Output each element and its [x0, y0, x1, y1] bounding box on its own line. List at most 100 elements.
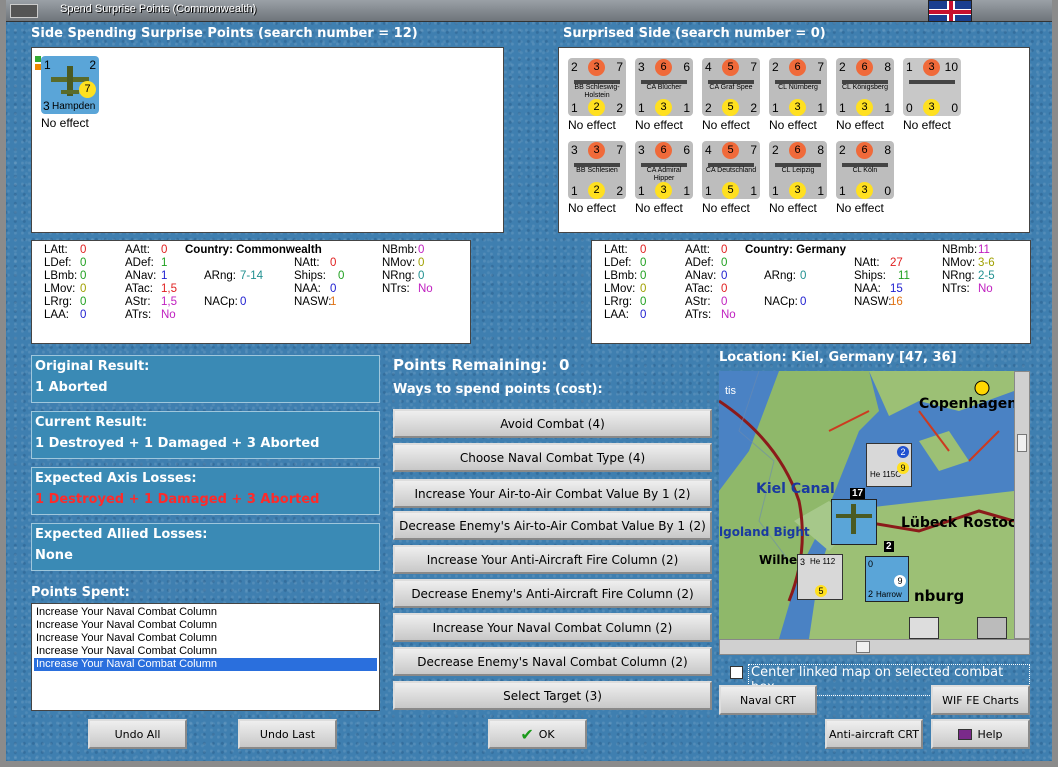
stat-label-astr: AStr: — [685, 296, 711, 308]
unit-value: 2 — [588, 182, 605, 199]
hampden-map-counter[interactable] — [831, 499, 877, 545]
decrease-enemy-air-to-air-button[interactable]: Decrease Enemy's Air-to-Air Combat Value… — [393, 511, 712, 540]
increase-naval-combat-button[interactable]: Increase Your Naval Combat Column (2) — [393, 613, 712, 642]
list-item[interactable]: Increase Your Naval Combat Column — [34, 632, 377, 645]
unit-value: 1 — [683, 184, 690, 198]
ok-button[interactable]: ✔ OK — [488, 719, 587, 749]
points-spent-list[interactable]: Increase Your Naval Combat Column Increa… — [31, 603, 380, 711]
counter-value: 9 — [897, 462, 909, 474]
anti-aircraft-crt-button[interactable]: Anti-aircraft CRT — [825, 719, 923, 749]
original-result-value: 1 Aborted — [35, 380, 108, 395]
scroll-thumb[interactable] — [856, 641, 870, 653]
select-target-button[interactable]: Select Target (3) — [393, 681, 712, 710]
ship-unit-counter[interactable]: 2 3 7 BB Schleswig-Holstein 1 2 2 — [568, 58, 626, 116]
unit-value: 5 — [722, 59, 739, 76]
stat-label-ldef: LDef: — [44, 257, 72, 269]
ship-unit-counter[interactable]: 2 6 8 CL Leipzig 1 3 1 — [769, 141, 827, 199]
unit-value: 3 — [43, 99, 50, 113]
harrow-counter[interactable]: 0 9 2 Harrow — [865, 556, 909, 602]
ship-unit-counter[interactable]: 2 6 7 CL Nürnberg 1 3 1 — [769, 58, 827, 116]
unit-value: 4 — [705, 60, 712, 74]
decrease-enemy-aa-fire-button[interactable]: Decrease Enemy's Anti-Aircraft Fire Colu… — [393, 579, 712, 608]
unit-value: 1 — [839, 184, 846, 198]
ship-unit-counter[interactable]: 2 6 8 CL Köln 1 3 0 — [836, 141, 894, 199]
stat-label-naa: NAA: — [854, 283, 881, 295]
unit-name: CL Nürnberg — [778, 84, 818, 91]
unit-name: CA Graf Spee — [709, 84, 753, 91]
stat-value-lbmb: 0 — [80, 270, 87, 282]
center-linked-map-checkbox[interactable]: Center linked map on selected combat hex — [728, 663, 1030, 696]
unit-value: 2 — [571, 60, 578, 74]
list-item[interactable]: Increase Your Naval Combat Column — [34, 645, 377, 658]
ship-unit-counter[interactable]: 3 3 7 BB Schlesien 1 2 2 — [568, 141, 626, 199]
stat-value-aatt: 0 — [161, 244, 168, 256]
undo-last-button[interactable]: Undo Last — [238, 719, 337, 749]
unit-value: 5 — [722, 99, 739, 116]
stat-value-ships: 11 — [898, 270, 910, 282]
unit-marker-icon[interactable] — [909, 617, 939, 639]
title-bar: Spend Surprise Points (Commonwealth) — [0, 0, 1058, 22]
naval-crt-button[interactable]: Naval CRT — [719, 685, 817, 715]
scroll-thumb[interactable] — [1017, 434, 1027, 452]
help-label: Help — [977, 727, 1003, 741]
list-item[interactable]: Increase Your Naval Combat Column — [34, 606, 377, 619]
unit-name: BB Schlesien — [576, 167, 618, 174]
help-button[interactable]: Help — [931, 719, 1030, 749]
list-item-selected[interactable]: Increase Your Naval Combat Column — [34, 658, 377, 671]
unit-name: CL Königsberg — [841, 84, 889, 91]
list-item[interactable]: Increase Your Naval Combat Column — [34, 619, 377, 632]
ship-unit-counter[interactable]: 4 5 7 CA Graf Spee 2 5 2 — [702, 58, 760, 116]
points-remaining-label: Points Remaining: — [393, 356, 548, 374]
stat-label-nacp: NACp: — [204, 296, 238, 308]
ship-unit-counter[interactable]: 2 6 8 CL Königsberg 1 3 1 — [836, 58, 894, 116]
decrease-enemy-naval-combat-button[interactable]: Decrease Enemy's Naval Combat Column (2) — [393, 647, 712, 676]
unit-value: 1 — [683, 101, 690, 115]
ship-unit-counter[interactable]: 1 3 10 0 3 0 — [903, 58, 961, 116]
ship-unit-counter[interactable]: 3 6 6 CA Blücher 1 3 1 — [635, 58, 693, 116]
map-view[interactable]: tis Copenhagen Kiel Canal Lübeck Rostoc … — [719, 371, 1014, 639]
counter-name: Harrow — [876, 590, 902, 599]
stat-label-laa: LAA: — [604, 309, 629, 321]
stats-commonwealth: Country: Commonwealth LAtt: 0 LDef: 0 LBmb: 0 L… — [31, 240, 471, 344]
ship-unit-counter[interactable]: 3 6 6 CA Admiral Hipper 1 3 1 — [635, 141, 693, 199]
map-label-kiel-canal: Kiel Canal — [756, 481, 835, 497]
unit-value: 6 — [789, 59, 806, 76]
checkbox-box[interactable] — [730, 666, 743, 679]
stat-value-ntrs: No — [978, 283, 993, 295]
points-remaining-value: 0 — [559, 356, 570, 374]
map-label-rostock: Rostoc — [963, 515, 1014, 531]
ship-unit-counter[interactable]: 4 5 7 CA Deutschland 1 5 1 — [702, 141, 760, 199]
country-label: Country: Commonwealth — [185, 244, 322, 256]
unit-value: 1 — [638, 184, 645, 198]
hampden-unit-counter[interactable]: 1 2 7 3 Hampden — [41, 56, 99, 114]
map-vertical-scrollbar[interactable] — [1014, 371, 1030, 639]
counter-value: 0 — [868, 559, 874, 569]
unit-value: 6 — [683, 143, 690, 157]
stat-value-nasw: 1 — [330, 296, 337, 308]
unit-marker-icon[interactable] — [977, 617, 1007, 639]
he115-counter[interactable]: He 115C 2 9 — [866, 443, 912, 487]
increase-aa-fire-button[interactable]: Increase Your Anti-Aircraft Fire Column … — [393, 545, 712, 574]
increase-air-to-air-button[interactable]: Increase Your Air-to-Air Combat Value By… — [393, 479, 712, 508]
stat-label-latt: LAtt: — [44, 244, 68, 256]
unit-name: CA Admiral Hipper — [646, 167, 682, 182]
unit-value: 3 — [655, 99, 672, 116]
unit-effect: No effect — [769, 201, 817, 215]
unit-value: 1 — [571, 184, 578, 198]
map-horizontal-scrollbar[interactable] — [719, 639, 1030, 655]
stat-label-nbmb: NBmb: — [942, 244, 978, 256]
he112-counter[interactable]: 3 He 112 5 — [797, 554, 843, 600]
unit-value: 1 — [817, 101, 824, 115]
choose-naval-combat-type-button[interactable]: Choose Naval Combat Type (4) — [393, 443, 712, 472]
unit-name: CA Deutschland — [705, 167, 757, 174]
avoid-combat-button[interactable]: Avoid Combat (4) — [393, 409, 712, 438]
stat-value-astr: 0 — [721, 296, 728, 308]
wif-fe-charts-button[interactable]: WIF FE Charts — [931, 685, 1030, 715]
unit-effect: No effect — [903, 118, 951, 132]
unit-effect: No effect — [702, 118, 750, 132]
map-label-copenhagen: Copenhagen — [919, 396, 1014, 412]
undo-all-button[interactable]: Undo All — [88, 719, 187, 749]
unit-effect: No effect — [41, 116, 89, 130]
stat-value-naa: 15 — [890, 283, 903, 295]
unit-value: 2 — [616, 184, 623, 198]
